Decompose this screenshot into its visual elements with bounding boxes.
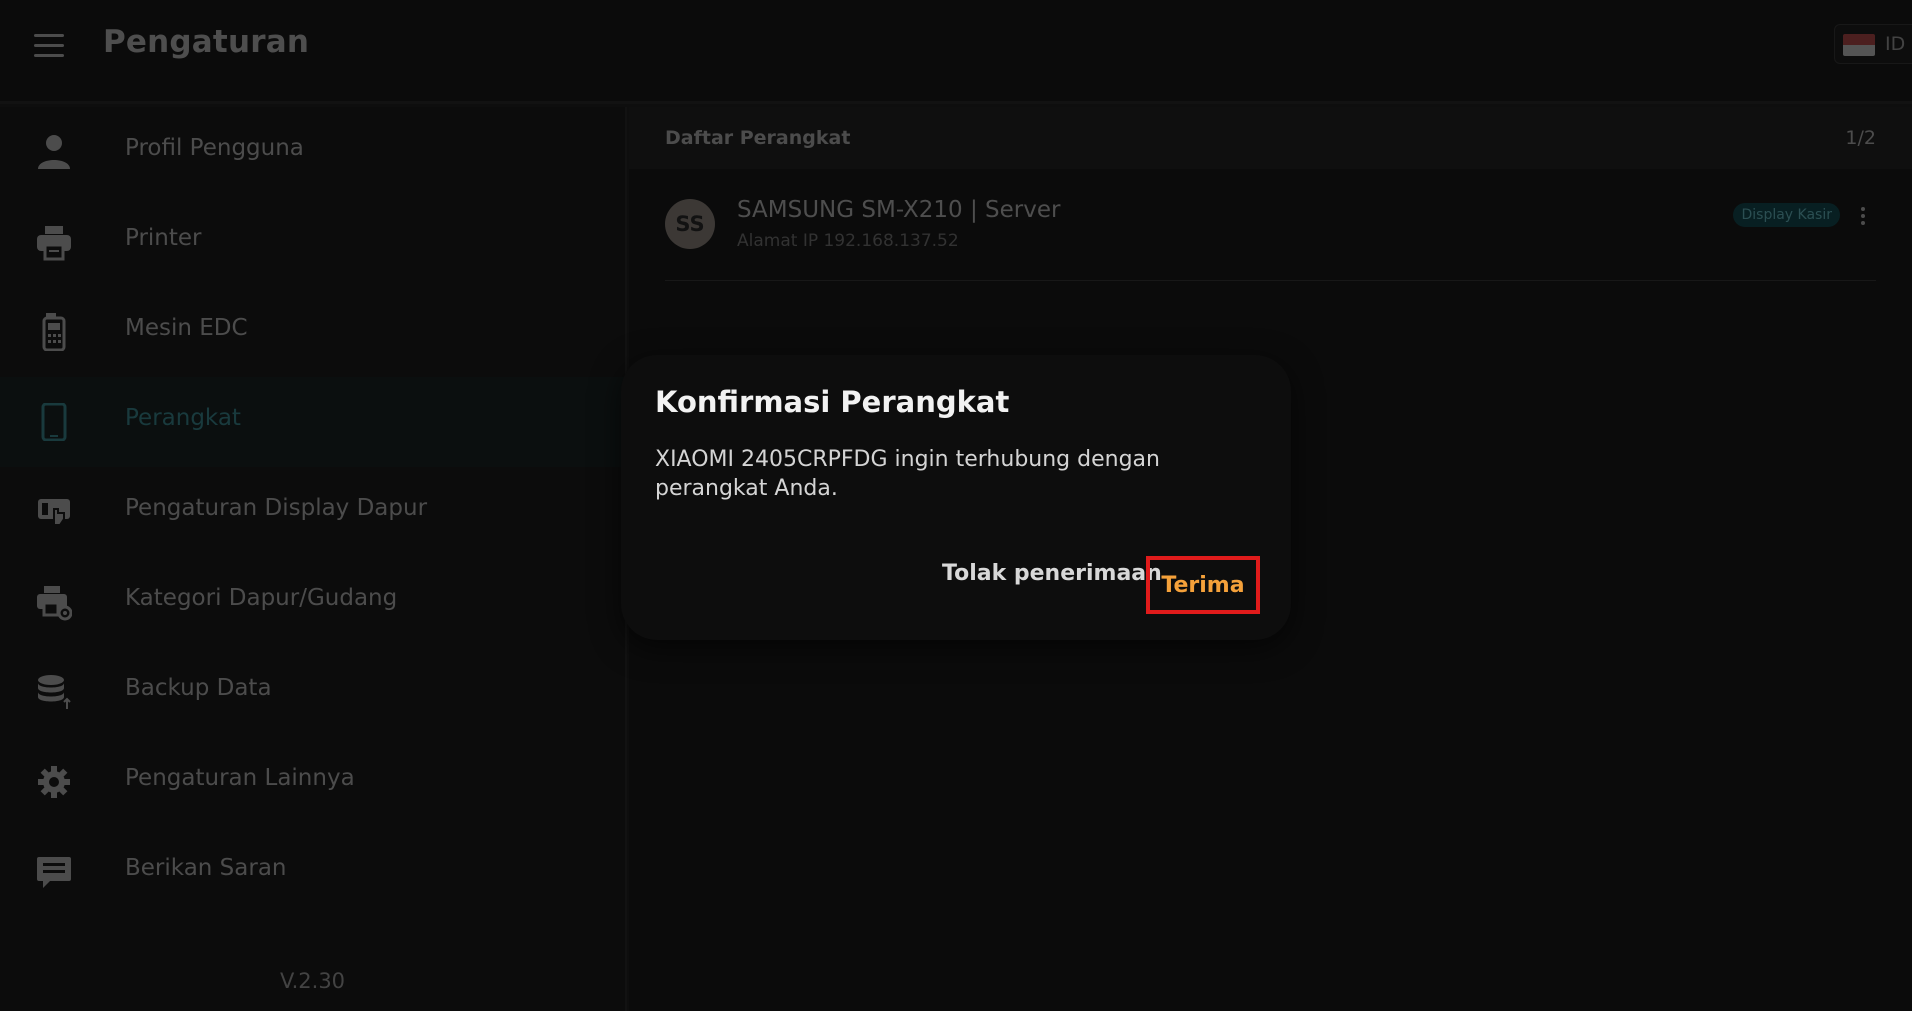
- reject-button[interactable]: Tolak penerimaan: [934, 550, 1170, 596]
- dialog-message: XIAOMI 2405CRPFDG ingin terhubung dengan…: [655, 447, 1160, 501]
- dialog-title: Konfirmasi Perangkat: [655, 385, 1010, 419]
- accept-button[interactable]: Terima: [1146, 556, 1260, 614]
- device-confirmation-dialog: Konfirmasi Perangkat XIAOMI 2405CRPFDG i…: [621, 355, 1291, 640]
